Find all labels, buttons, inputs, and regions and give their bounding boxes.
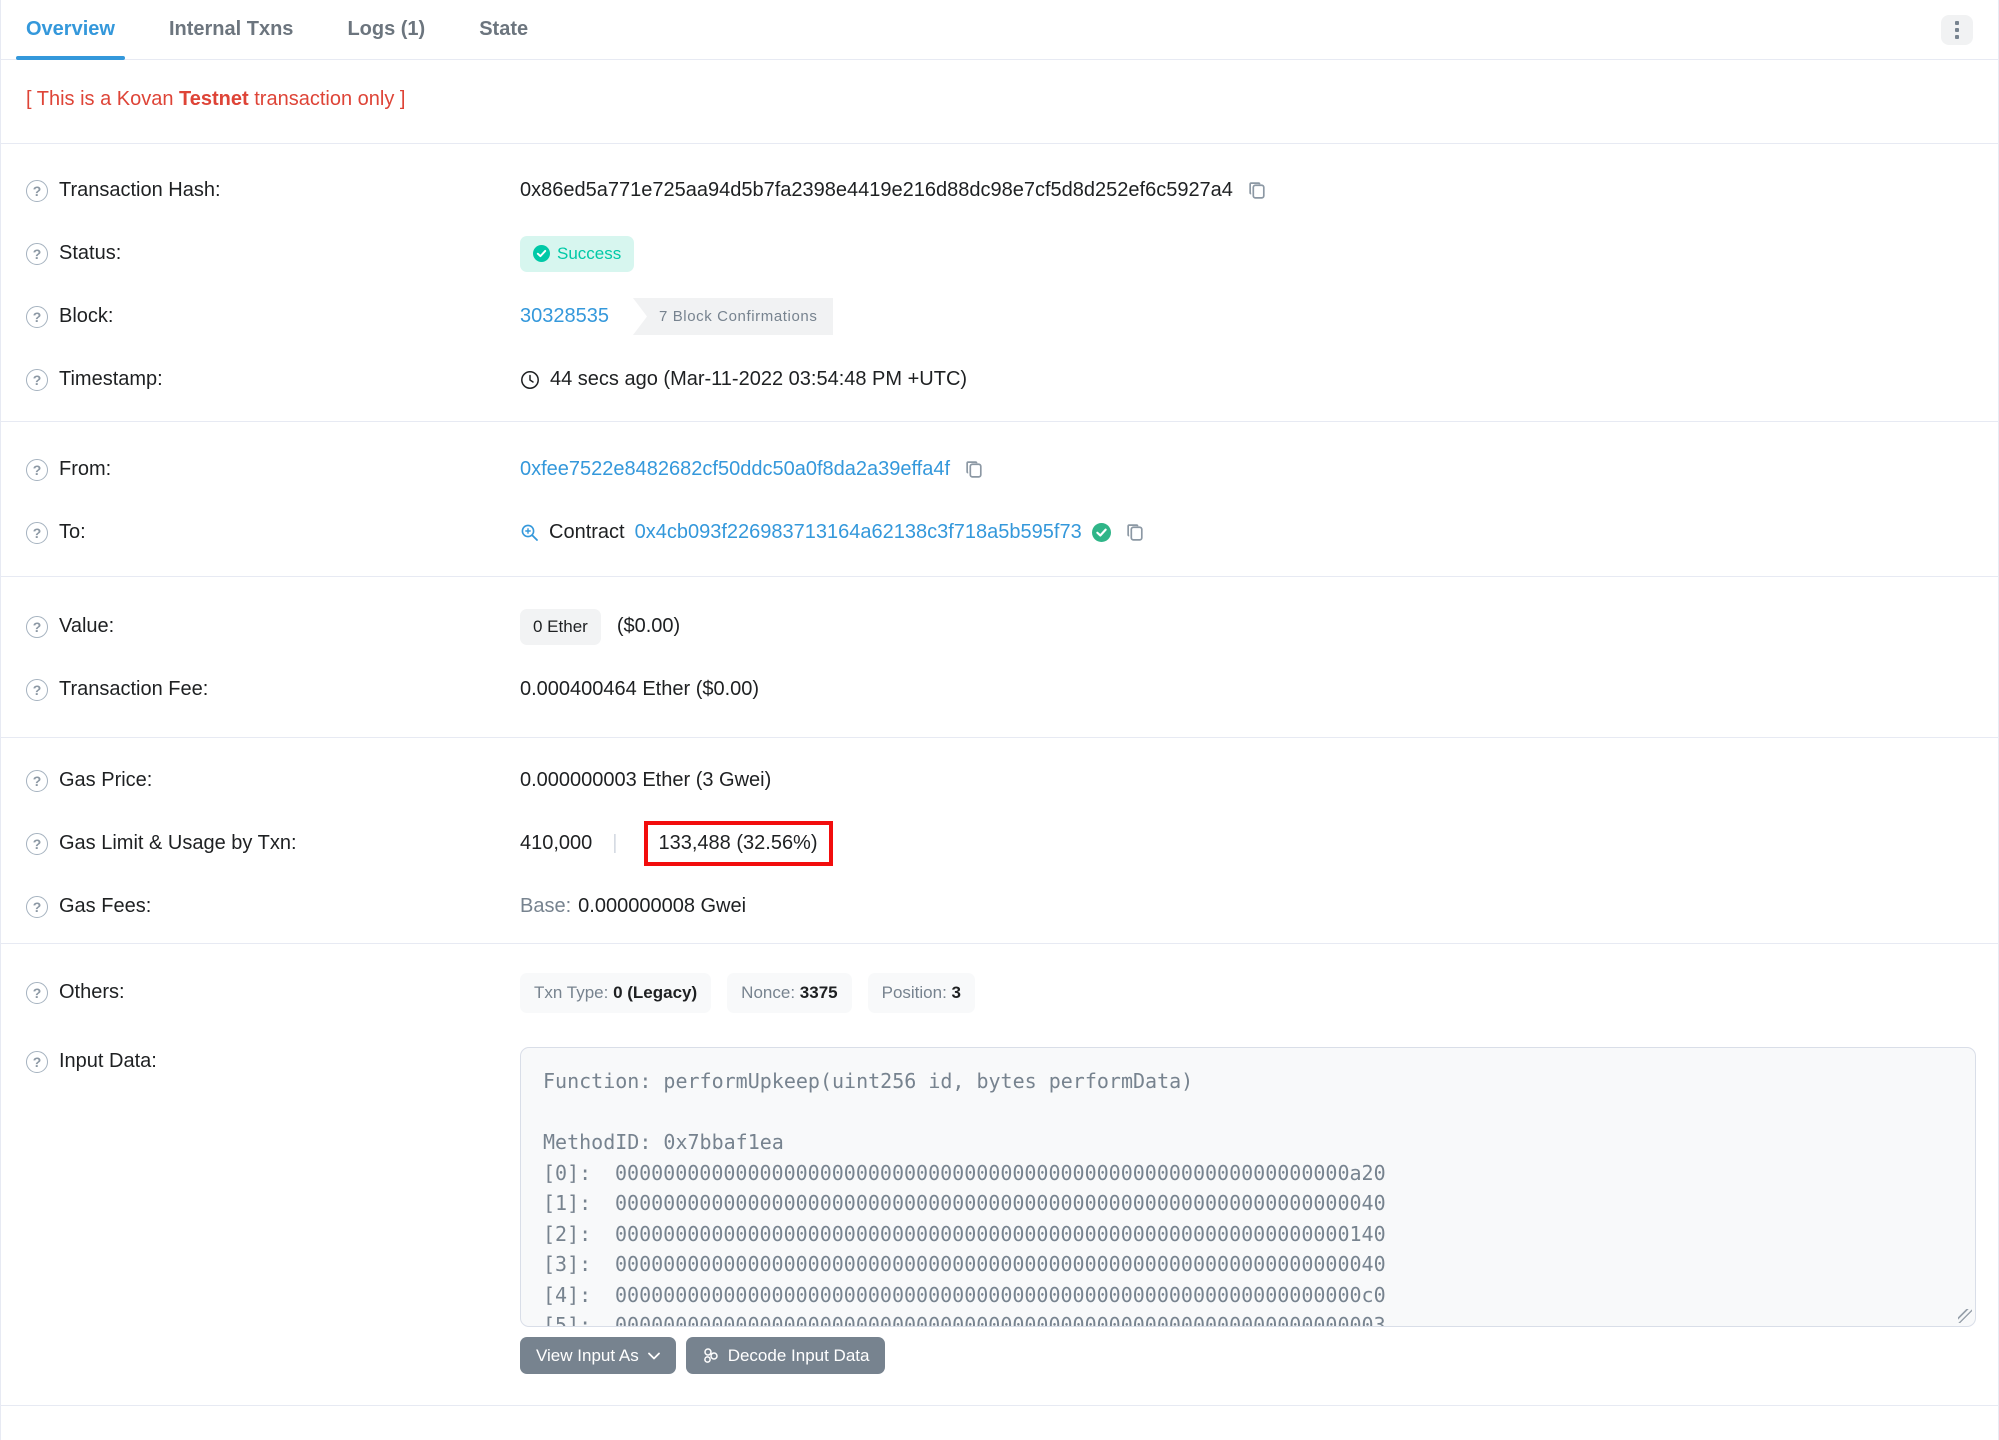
row-transaction-fee: ? Transaction Fee: 0.000400464 Ether ($0.… [26, 658, 1973, 721]
row-label: Input Data: [59, 1050, 157, 1072]
row-label: Block: [59, 305, 114, 327]
help-icon[interactable]: ? [26, 895, 48, 918]
input-hex-line: [1]: 000000000000000000000000000000000000… [543, 1191, 1386, 1215]
position-badge: Position: 3 [867, 972, 976, 1013]
row-label: Gas Fees: [59, 895, 152, 917]
input-hex-line: [2]: 000000000000000000000000000000000000… [543, 1221, 1386, 1246]
row-gas-limit-usage: ? Gas Limit & Usage by Txn: 410,000 | 133… [26, 812, 1973, 875]
transaction-detail-card: Overview Internal Txns Logs (1) State [ … [0, 0, 1999, 1440]
timestamp-value: 44 secs ago (Mar-11-2022 03:54:48 PM +UT… [550, 368, 968, 390]
base-fee-label: Base: [520, 895, 572, 917]
verified-check-icon [1091, 523, 1111, 542]
separator: | [612, 832, 618, 854]
gas-limit-value: 410,000 [520, 832, 593, 854]
txn-type-badge: Txn Type: 0 (Legacy) [520, 972, 712, 1013]
value-badge: 0 Ether [520, 608, 601, 645]
copy-icon[interactable] [1125, 522, 1146, 543]
resize-handle[interactable] [1958, 1309, 1972, 1323]
input-hex-line: [3]: 000000000000000000000000000000000000… [543, 1252, 1386, 1276]
row-label: Transaction Fee: [59, 678, 209, 700]
transaction-hash-value: 0x86ed5a771e725aa94d5b7fa2398e4419e216d8… [520, 179, 1233, 201]
copy-icon[interactable] [964, 459, 985, 480]
row-label: Gas Limit & Usage by Txn: [59, 832, 297, 854]
row-label: Status: [59, 242, 122, 264]
status-badge: Success [520, 235, 635, 272]
row-label: Timestamp: [59, 368, 163, 390]
row-label: Transaction Hash: [59, 179, 221, 201]
row-label: To: [59, 521, 86, 543]
row-label: Others: [59, 981, 125, 1003]
zoom-in-icon [521, 524, 538, 541]
row-label: Value: [59, 615, 115, 637]
help-icon[interactable]: ? [26, 305, 48, 328]
transaction-fee-value: 0.000400464 Ether ($0.00) [520, 678, 760, 700]
help-icon[interactable]: ? [26, 769, 48, 792]
row-label: From: [59, 458, 112, 480]
help-icon[interactable]: ? [26, 521, 48, 544]
tab-bar: Overview Internal Txns Logs (1) State [1, 0, 1998, 60]
help-icon[interactable]: ? [26, 615, 48, 638]
help-icon[interactable]: ? [26, 678, 48, 701]
chevron-down-icon [647, 1352, 660, 1359]
annotation-box: 133,488 (32.56%) [643, 821, 833, 866]
help-icon[interactable]: ? [26, 458, 48, 481]
nonce-badge: Nonce: 3375 [727, 972, 852, 1013]
row-block: ? Block: 30328535 7 Block Confirmations [26, 285, 1973, 348]
base-fee-value: 0.000000008 Gwei [578, 895, 747, 917]
row-transaction-hash: ? Transaction Hash: 0x86ed5a771e725aa94d5… [26, 159, 1973, 222]
row-timestamp: ? Timestamp: 44 secs ago (Mar-11-2022 03:… [26, 348, 1973, 411]
input-methodid-line: MethodID: 0x7bbaf1ea [543, 1130, 784, 1154]
tab-internal-txns[interactable]: Internal Txns [169, 0, 293, 59]
help-icon[interactable]: ? [26, 368, 48, 391]
row-status: ? Status: Success [26, 222, 1973, 285]
to-address-link[interactable]: 0x4cb093f226983713164a62138c3f718a5b595f… [635, 521, 1082, 544]
tab-overview[interactable]: Overview [16, 0, 125, 60]
decode-icon [703, 1348, 718, 1363]
view-input-as-button[interactable]: View Input As [520, 1337, 676, 1374]
tab-state[interactable]: State [479, 0, 528, 59]
more-options-button[interactable] [1941, 14, 1973, 45]
input-hex-line: [4]: 000000000000000000000000000000000000… [543, 1282, 1386, 1307]
row-gas-fees: ? Gas Fees: Base: 0.000000008 Gwei [26, 875, 1973, 938]
clock-icon [521, 370, 539, 389]
input-data-textarea[interactable]: Function: performUpkeep(uint256 id, byte… [520, 1047, 1976, 1327]
tab-logs[interactable]: Logs (1) [347, 0, 425, 59]
gas-usage-value: 133,488 (32.56%) [658, 832, 818, 854]
help-icon[interactable]: ? [26, 242, 48, 265]
row-label: Gas Price: [59, 769, 153, 791]
from-address-link[interactable]: 0xfee7522e8482682cf50ddc50a0f8da2a39effa… [520, 458, 950, 481]
gas-price-value: 0.000000003 Ether (3 Gwei) [520, 769, 772, 791]
to-kind: Contract [549, 521, 625, 543]
block-number-link[interactable]: 30328535 [520, 305, 609, 328]
row-input-data: ? Input Data: Function: performUpkeep(uin… [26, 1047, 1976, 1374]
copy-icon[interactable] [1247, 180, 1268, 201]
row-from: ? From: 0xfee7522e8482682cf50ddc50a0f8da2… [26, 438, 1973, 501]
check-circle-icon [533, 245, 550, 262]
block-confirmations-badge: 7 Block Confirmations [632, 298, 834, 335]
help-icon[interactable]: ? [26, 1050, 48, 1073]
row-value: ? Value: 0 Ether ($0.00) [26, 595, 1973, 658]
input-hex-line: [5]: 000000000000000000000000000000000000… [543, 1313, 1386, 1327]
kebab-icon [1955, 20, 1959, 25]
testnet-notice: [ This is a Kovan Testnet transaction on… [26, 88, 406, 110]
help-icon[interactable]: ? [26, 179, 48, 202]
help-icon[interactable]: ? [26, 832, 48, 855]
input-function-line: Function: performUpkeep(uint256 id, byte… [543, 1069, 1194, 1093]
row-gas-price: ? Gas Price: 0.000000003 Ether (3 Gwei) [26, 749, 1973, 812]
value-usd: ($0.00) [616, 615, 681, 637]
divider [1, 1405, 1998, 1406]
help-icon[interactable]: ? [26, 981, 48, 1004]
row-others: ? Others: Txn Type: 0 (Legacy) Nonce: 337… [26, 961, 1973, 1024]
row-to: ? To: Contract 0x4cb093f226983713164a6213… [26, 501, 1973, 564]
decode-input-data-button[interactable]: Decode Input Data [685, 1337, 886, 1374]
input-hex-line: [0]: 000000000000000000000000000000000000… [543, 1160, 1386, 1185]
